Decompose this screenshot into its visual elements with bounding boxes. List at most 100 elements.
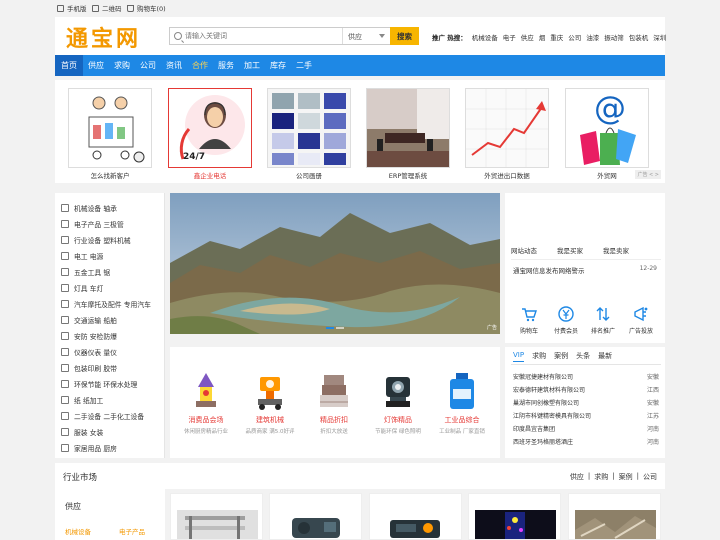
hot-search-item[interactable]: 振动筛	[604, 32, 624, 42]
tab-cases[interactable]: 案例	[554, 351, 568, 362]
promo-card[interactable]: ERP管理系统	[365, 88, 451, 183]
category-item[interactable]: 电子产品 三极管	[61, 219, 124, 229]
nav-home[interactable]: 首页	[55, 55, 83, 76]
quick-rank[interactable]: 排名推广	[585, 306, 621, 335]
market-link-cases[interactable]: 案例	[619, 472, 633, 482]
market-link-purchase[interactable]: 求购	[594, 472, 608, 482]
category-icon	[61, 236, 69, 244]
vip-row[interactable]: 西班牙圣玛格丽塔酒庄 河南	[513, 437, 659, 446]
qrcode-icon	[92, 4, 99, 12]
category-item[interactable]: 电工 电源	[61, 251, 103, 261]
featured-item[interactable]: 工业品综合 工业制品 厂家直销	[432, 371, 492, 435]
category-item[interactable]: 安防 安检防爆	[61, 331, 117, 341]
market-link-company[interactable]: 公司	[643, 472, 657, 482]
user-panel: 网站动态 我是买家 我是卖家 通宝网信息发布网络警示 12-29 购物车 付费会…	[505, 193, 665, 343]
category-item[interactable]: 二手设备 二手化工设备	[61, 411, 144, 421]
tab-site-news[interactable]: 网站动态	[511, 245, 537, 255]
quick-cart[interactable]: 购物车	[511, 306, 547, 335]
nav-inventory[interactable]: 库存	[265, 55, 291, 76]
banner-dot[interactable]	[326, 327, 334, 329]
vip-row[interactable]: 印度昌宜吉集团 河南	[513, 424, 659, 433]
strip-pager[interactable]: 广告 < >	[635, 170, 661, 179]
category-item[interactable]: 交通运输 船舶	[61, 315, 117, 325]
product-image	[376, 510, 457, 539]
supply-link[interactable]: 电子产品	[119, 526, 145, 536]
promo-card[interactable]: @ 外贸网	[564, 88, 650, 183]
promo-card[interactable]: 怎么找新客户	[67, 88, 153, 183]
nav-cooperation[interactable]: 合作	[187, 55, 213, 76]
market-link-supply[interactable]: 供应	[570, 472, 584, 482]
cart-link[interactable]: 购物车(0)	[127, 3, 166, 13]
hot-search-item[interactable]: 供应	[521, 32, 534, 42]
featured-subtitle: 工业制品 厂家直销	[439, 429, 485, 435]
hot-search-item[interactable]: 深圳	[653, 32, 666, 42]
product-image	[575, 510, 656, 539]
hot-search-item[interactable]: 公司	[568, 32, 581, 42]
tab-headlines[interactable]: 头条	[576, 351, 590, 362]
featured-item[interactable]: 精品折扣 折扣大放送	[304, 371, 364, 435]
nav-purchase[interactable]: 求购	[109, 55, 135, 76]
promo-card[interactable]: 24/7 鑫企业电话	[167, 88, 253, 183]
category-item[interactable]: 五金工具 锯	[61, 267, 110, 277]
tab-seller[interactable]: 我是卖家	[603, 245, 629, 255]
nav-service[interactable]: 服务	[213, 55, 239, 76]
vip-row[interactable]: 宏泰德轩建筑材料有限公司 江西	[513, 385, 659, 394]
hot-search-item[interactable]: 包装机	[629, 32, 649, 42]
featured-item[interactable]: 建筑机械 品质商家 满5.0好评	[240, 371, 300, 435]
tab-latest[interactable]: 最新	[598, 351, 612, 362]
promo-card[interactable]: 外贸进出口数据	[464, 88, 550, 183]
category-item[interactable]: 服装 女装	[61, 427, 103, 437]
search-scope-select[interactable]: 供应	[342, 28, 390, 44]
category-icon	[61, 268, 69, 276]
qrcode-link[interactable]: 二维码	[92, 3, 122, 13]
search-input[interactable]	[185, 30, 335, 42]
market-product-card[interactable]	[468, 493, 561, 540]
nav-secondhand[interactable]: 二手	[291, 55, 317, 76]
featured-image	[250, 371, 290, 411]
featured-subtitle: 折扣大放送	[320, 429, 348, 435]
promo-caption: 鑫企业电话	[193, 172, 227, 180]
hot-search-item[interactable]: 油漆	[586, 32, 599, 42]
nav-news[interactable]: 资讯	[161, 55, 187, 76]
category-item[interactable]: 行业设备 塑料机械	[61, 235, 131, 245]
category-item[interactable]: 包装印刷 胶带	[61, 363, 117, 373]
featured-item[interactable]: 消费品会场 休闲厨房精品行业	[176, 371, 236, 435]
hot-search: 推广 热搜： 机械设备 电子 供应 烟 重庆 公司 油漆 振动筛 包装机 深圳	[432, 32, 666, 42]
market-product-card[interactable]	[170, 493, 263, 540]
promo-card[interactable]: 公司画册	[266, 88, 352, 183]
search-button[interactable]: 搜索	[390, 27, 419, 45]
category-item[interactable]: 仪器仪表 量仪	[61, 347, 117, 357]
featured-item[interactable]: 灯饰精品 节能环保 绿色照明	[368, 371, 428, 435]
tab-buyer[interactable]: 我是买家	[557, 245, 583, 255]
vip-row[interactable]: 巢湖市同创橡塑有限公司 安徽	[513, 398, 659, 407]
category-item[interactable]: 家居用品 厨房	[61, 443, 117, 453]
hot-search-item[interactable]: 烟	[539, 32, 546, 42]
quick-vip[interactable]: 付费会员	[548, 306, 584, 335]
hot-search-item[interactable]: 电子	[503, 32, 516, 42]
vip-row[interactable]: 江阴市科键精密模具有限公司 江苏	[513, 411, 659, 420]
market-product-card[interactable]	[269, 493, 362, 540]
category-item[interactable]: 环保节能 环保水处理	[61, 379, 137, 389]
category-item[interactable]: 机械设备 轴承	[61, 203, 117, 213]
nav-supply[interactable]: 供应	[83, 55, 109, 76]
nav-company[interactable]: 公司	[135, 55, 161, 76]
nav-processing[interactable]: 加工	[239, 55, 265, 76]
divider	[511, 259, 661, 260]
vip-row[interactable]: 安徽冠捷建材有限公司 安徽	[513, 372, 659, 381]
hero-banner[interactable]: 广告	[170, 193, 500, 334]
hot-search-item[interactable]: 机械设备	[472, 32, 498, 42]
category-item[interactable]: 纸 纸加工	[61, 395, 103, 405]
market-product-card[interactable]	[369, 493, 462, 540]
quick-ad[interactable]: 广告投放	[623, 306, 659, 335]
news-link[interactable]: 通宝网信息发布网络警示	[513, 265, 585, 275]
hot-search-item[interactable]: 重庆	[550, 32, 563, 42]
market-product-card[interactable]	[568, 493, 661, 540]
banner-dot[interactable]	[336, 327, 344, 329]
tab-vip[interactable]: VIP	[513, 351, 525, 362]
mobile-link[interactable]: 手机版	[57, 3, 87, 13]
category-item[interactable]: 灯具 车灯	[61, 283, 103, 293]
category-item[interactable]: 汽车摩托及配件 专用汽车	[61, 299, 151, 309]
tab-purchase[interactable]: 求购	[532, 351, 546, 362]
site-logo[interactable]: 通宝网	[66, 21, 141, 53]
supply-link[interactable]: 机械设备	[65, 526, 91, 536]
